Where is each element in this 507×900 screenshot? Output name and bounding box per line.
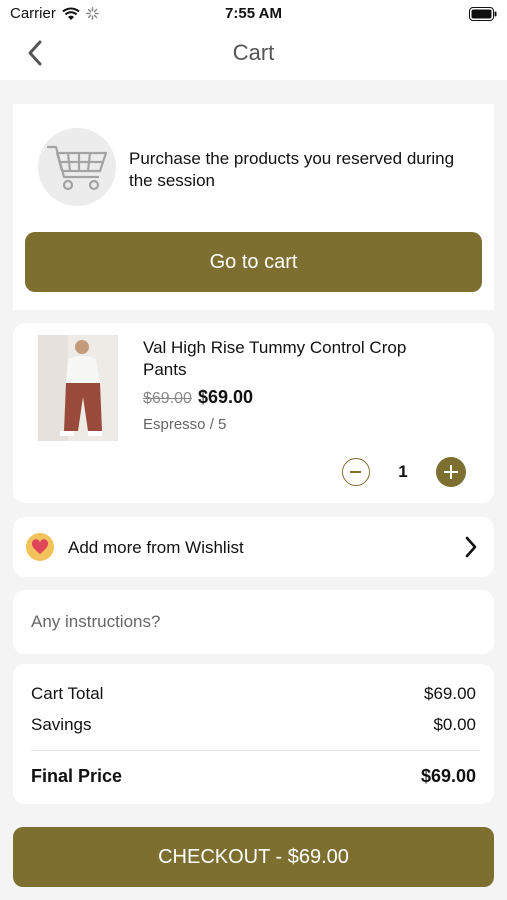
reserve-message: Purchase the products you reserved durin… xyxy=(129,149,455,190)
go-to-cart-button[interactable]: Go to cart xyxy=(25,232,482,292)
totals-divider xyxy=(31,750,480,751)
wishlist-row[interactable]: Add more from Wishlist xyxy=(13,517,494,577)
product-prices: $69.00 $69.00 xyxy=(143,387,253,408)
product-name[interactable]: Val High Rise Tummy Control Crop Pants xyxy=(143,337,443,381)
status-bar: Carrier 7:55 AM xyxy=(0,0,507,28)
increase-quantity-button[interactable] xyxy=(436,457,466,487)
savings-label: Savings xyxy=(31,715,92,734)
checkout-button[interactable]: CHECKOUT - $69.00 xyxy=(13,827,494,887)
original-price: $69.00 xyxy=(143,390,192,407)
page-title: Cart xyxy=(232,40,275,65)
instructions-card xyxy=(13,590,494,654)
final-price-label: Final Price xyxy=(31,766,123,786)
shopping-cart-icon xyxy=(47,145,108,191)
cart-total-row: Cart Total $69.00 xyxy=(31,684,476,704)
current-price: $69.00 xyxy=(197,387,253,407)
product-image[interactable] xyxy=(38,335,118,441)
chevron-right-icon xyxy=(465,536,477,558)
nav-bar: Cart xyxy=(0,28,507,80)
decrease-quantity-button[interactable] xyxy=(342,458,370,486)
reserve-card: Purchase the products you reserved durin… xyxy=(13,104,494,310)
status-time: 7:55 AM xyxy=(225,5,282,22)
battery-icon xyxy=(469,7,497,21)
heart-badge xyxy=(26,533,54,561)
cart-icon-badge xyxy=(38,128,116,206)
totals-card: Cart Total $69.00 Savings $0.00 Final Pr… xyxy=(13,664,494,804)
quantity-value: 1 xyxy=(398,462,408,481)
cart-total-label: Cart Total xyxy=(31,684,104,703)
wishlist-label: Add more from Wishlist xyxy=(68,538,244,557)
cart-item: Val High Rise Tummy Control Crop Pants $… xyxy=(13,323,494,503)
final-price-value: $69.00 xyxy=(420,766,476,786)
savings-row: Savings $0.00 xyxy=(31,715,476,735)
final-price-row: Final Price $69.00 xyxy=(31,766,476,787)
heart-icon xyxy=(31,539,49,554)
instructions-input[interactable] xyxy=(13,590,494,654)
cart-total-value: $69.00 xyxy=(424,684,476,703)
savings-value: $0.00 xyxy=(433,715,476,734)
product-variant: Espresso / 5 xyxy=(143,416,227,433)
cart-screen: Carrier 7:55 AM Cart Purchase the produc… xyxy=(0,0,507,900)
